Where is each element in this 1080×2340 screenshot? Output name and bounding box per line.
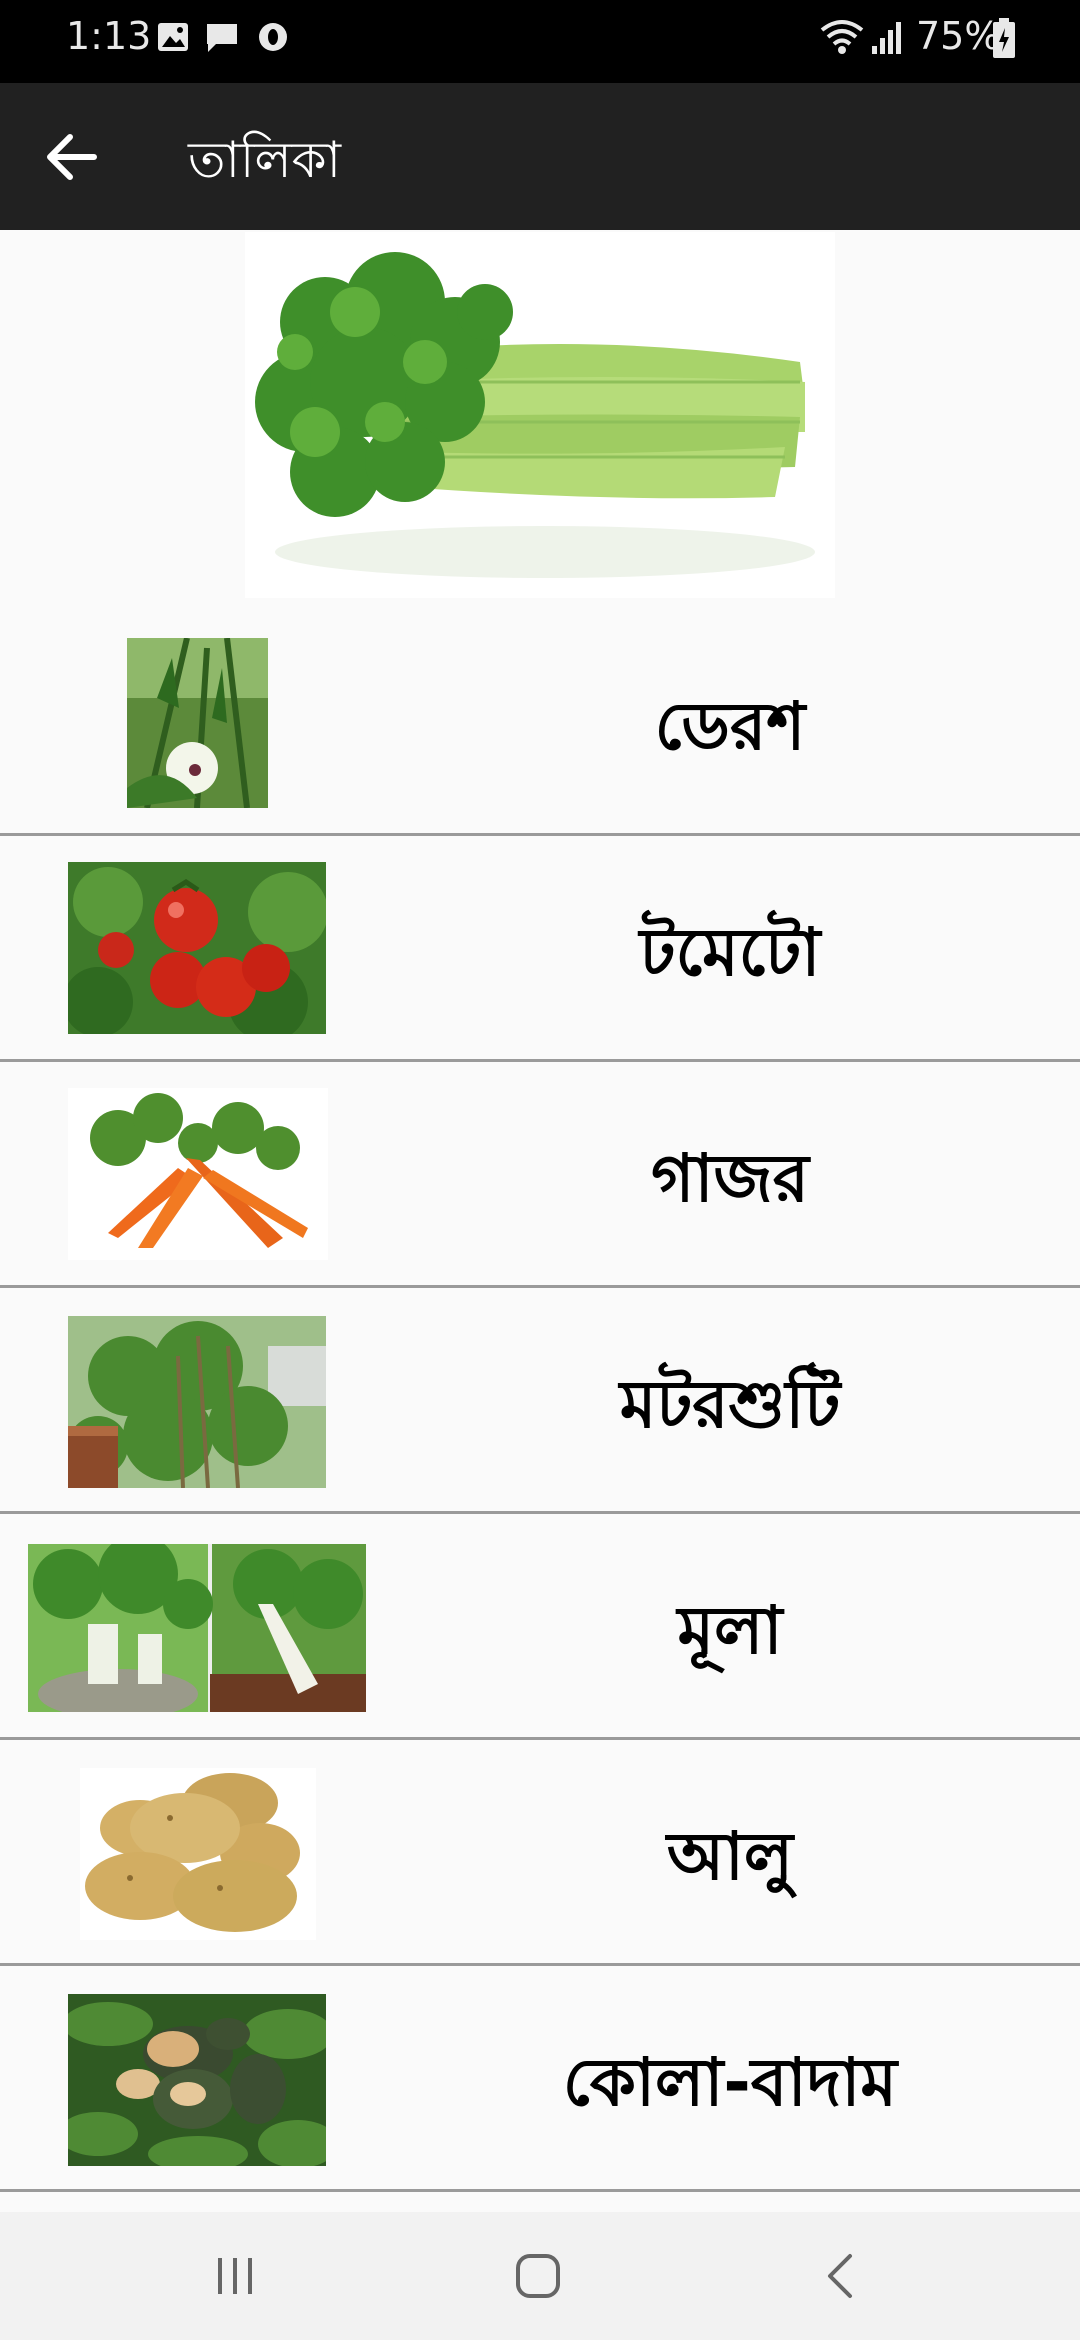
list-item-label: মূলা [677,1592,783,1669]
kola-nut-image [68,1994,326,2166]
status-time: 1:13 [66,14,152,58]
list-item-image [127,638,268,808]
page-title: তালিকা [188,131,342,189]
list-item-image [68,1316,326,1488]
home-icon [516,2254,560,2298]
radish-image [28,1544,366,1712]
list-item-label: টমেটো [639,914,821,991]
list-item[interactable]: কোলা-বাদাম [0,1966,1080,2192]
carrot-image [68,1088,328,1260]
list-item[interactable]: টমেটো [0,836,1080,1062]
list-item-image [68,862,326,1034]
image-icon [158,23,188,51]
tomato-image [68,862,326,1034]
app-bar: তালিকা [0,83,1080,230]
system-nav-bar [0,2212,1080,2340]
signal-icon [872,22,901,54]
celery-image [245,232,835,598]
recents-icon [218,2258,252,2294]
list-item[interactable]: মটরশুটি [0,1288,1080,1514]
list-item-label: আলু [666,1818,794,1895]
list-item-label: কোলা-বাদাম [562,2044,898,2121]
list-item[interactable]: আলু [0,1740,1080,1966]
beans-plant-image [68,1316,326,1488]
back-icon [828,2254,852,2298]
list-item[interactable]: মূলা [0,1514,1080,1740]
back-button[interactable] [36,121,108,193]
circle-o-icon [259,23,287,51]
list-item-image [68,1088,328,1260]
battery-percentage: 75% [916,14,1001,58]
recents-button[interactable] [176,2236,296,2316]
status-bar: 1:13 75% [0,0,1080,83]
hero-image [245,232,835,598]
okra-plant-image [127,638,268,808]
list-item-label: ডেরশ [654,688,806,765]
home-button[interactable] [478,2236,598,2316]
arrow-left-icon [47,134,97,180]
battery-icon [993,18,1015,58]
list-item[interactable]: গাজর [0,1062,1080,1288]
list-item-image [80,1768,316,1940]
list-item-image [28,1544,366,1712]
wifi-icon [820,20,864,54]
nav-back-button[interactable] [780,2236,900,2316]
potato-image [80,1768,316,1940]
list-item[interactable]: ডেরশ [0,610,1080,836]
list-item-label: মটরশুটি [619,1366,841,1443]
list-item-label: গাজর [651,1140,809,1217]
list-item-image [68,1994,326,2166]
message-icon [207,24,237,52]
